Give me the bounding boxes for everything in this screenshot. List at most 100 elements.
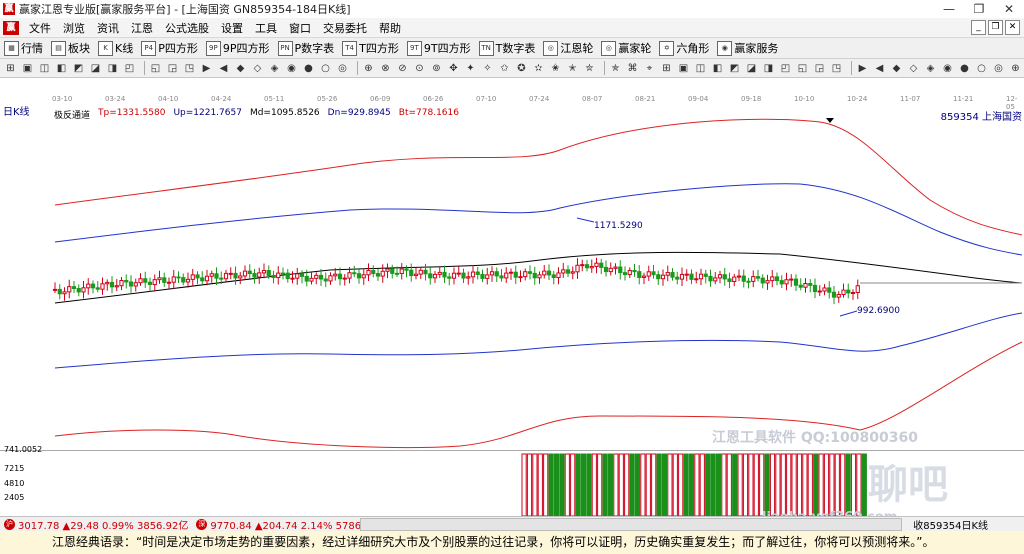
drawing-tool-icon[interactable]: ◀ — [873, 62, 886, 75]
toolbar-button-4[interactable]: 9P 9P四方形 — [202, 40, 274, 56]
menu-news[interactable]: 资讯 — [91, 20, 125, 36]
drawing-tool-icon[interactable]: ◳ — [830, 62, 843, 75]
close-icon[interactable]: ✕ — [994, 0, 1024, 18]
toolbar-button-12[interactable]: ◉ 赢家服务 — [713, 40, 782, 56]
drawing-tool-icon[interactable]: ◫ — [694, 62, 707, 75]
candle-body — [105, 281, 110, 285]
drawing-tool-icon[interactable]: ◧ — [55, 62, 68, 75]
drawing-tool-icon[interactable]: ⊕ — [1009, 62, 1022, 75]
mdi-close-icon[interactable]: ✕ — [1005, 20, 1020, 35]
menu-help[interactable]: 帮助 — [373, 20, 407, 36]
drawing-tool-icon[interactable]: ▶ — [200, 62, 213, 75]
drawing-tool-icon[interactable]: ✥ — [447, 62, 460, 75]
drawing-tool-icon[interactable]: ◳ — [183, 62, 196, 75]
drawing-tool-icon[interactable]: ◉ — [941, 62, 954, 75]
mdi-minimize-icon[interactable]: _ — [971, 20, 986, 35]
menu-window[interactable]: 窗口 — [283, 20, 317, 36]
menu-file[interactable]: 文件 — [23, 20, 57, 36]
drawing-tool-icon[interactable]: ◱ — [796, 62, 809, 75]
toolbar-button-3[interactable]: P4 P四方形 — [137, 40, 202, 56]
drawing-tool-icon[interactable]: ⊘ — [396, 62, 409, 75]
drawing-tool-icon[interactable]: ◲ — [166, 62, 179, 75]
candle-body — [789, 278, 794, 281]
drawing-tool-icon[interactable]: ◉ — [285, 62, 298, 75]
drawing-tool-icon[interactable]: ⊙ — [413, 62, 426, 75]
drawing-tool-icon[interactable]: ◫ — [38, 62, 51, 75]
menu-settings[interactable]: 设置 — [215, 20, 249, 36]
drawing-tool-icon[interactable]: ✯ — [609, 62, 622, 75]
drawing-tool-icon[interactable]: ◎ — [336, 62, 349, 75]
drawing-tool-icon[interactable]: ◩ — [728, 62, 741, 75]
drawing-tool-icon[interactable]: ✧ — [481, 62, 494, 75]
drawing-tool-icon[interactable]: ⊗ — [379, 62, 392, 75]
toolbar-button-0[interactable]: ▦ 行情 — [0, 40, 47, 56]
drawing-tool-icon[interactable]: ● — [302, 62, 315, 75]
maximize-icon[interactable]: ❐ — [964, 0, 994, 18]
drawing-tool-icon[interactable]: ◇ — [251, 62, 264, 75]
drawing-tool-icon[interactable]: ◱ — [149, 62, 162, 75]
drawing-tool-icon[interactable]: ◪ — [89, 62, 102, 75]
toolbar-button-1[interactable]: ▤ 板块 — [47, 40, 94, 56]
drawing-tool-icon[interactable]: ✩ — [498, 62, 511, 75]
drawing-tool-icon[interactable]: ◲ — [813, 62, 826, 75]
drawing-tool-icon[interactable]: ⌘ — [626, 62, 639, 75]
drawing-tool-icon[interactable]: ◨ — [106, 62, 119, 75]
drawing-tool-icon[interactable]: ◆ — [234, 62, 247, 75]
drawing-tool-icon[interactable]: ● — [958, 62, 971, 75]
date-tick: 11-07 — [900, 95, 921, 103]
drawing-tool-icon[interactable]: ◪ — [745, 62, 758, 75]
drawing-tool-icon[interactable]: ◨ — [762, 62, 775, 75]
horizontal-scrollbar[interactable] — [360, 518, 902, 531]
sh-index[interactable]: 沪 3017.78 ▲29.48 0.99% 3856.92亿 — [0, 517, 192, 532]
drawing-tool-icon[interactable]: ◈ — [924, 62, 937, 75]
drawing-tool-icon[interactable]: ⊞ — [660, 62, 673, 75]
toolbar-button-5[interactable]: PN P数字表 — [274, 40, 339, 56]
drawing-tool-icon[interactable]: ◎ — [992, 62, 1005, 75]
toolbar-button-8[interactable]: TN T数字表 — [475, 40, 540, 56]
toolbar-button-6[interactable]: T4 T四方形 — [338, 40, 403, 56]
drawing-tool-icon[interactable]: ▶ — [856, 62, 869, 75]
toolbar-button-11[interactable]: ✡ 六角形 — [655, 40, 713, 56]
candle-body — [736, 275, 742, 278]
candle-body — [323, 278, 328, 282]
drawing-tool-icon[interactable]: ▣ — [677, 62, 690, 75]
mdi-restore-icon[interactable]: ❐ — [988, 20, 1003, 35]
drawing-tool-icon[interactable]: ✪ — [515, 62, 528, 75]
drawing-tool-icon[interactable]: ◀ — [217, 62, 230, 75]
status-bar: 沪 3017.78 ▲29.48 0.99% 3856.92亿 深 9770.8… — [0, 516, 1024, 532]
minimize-icon[interactable]: — — [934, 0, 964, 18]
drawing-tool-icon[interactable]: ✫ — [532, 62, 545, 75]
menu-browse[interactable]: 浏览 — [57, 20, 91, 36]
drawing-tool-icon[interactable]: ▣ — [21, 62, 34, 75]
drawing-tool-icon[interactable]: ✬ — [549, 62, 562, 75]
candle-body — [580, 264, 585, 267]
drawing-tool-icon[interactable]: ⊞ — [4, 62, 17, 75]
drawing-tool-icon[interactable]: ✭ — [566, 62, 579, 75]
toolbar-button-10[interactable]: ◎ 赢家轮 — [597, 40, 655, 56]
candle-body — [589, 265, 594, 269]
drawing-tool-icon[interactable]: ◩ — [72, 62, 85, 75]
drawing-tool-icon[interactable]: ◧ — [711, 62, 724, 75]
candle-body — [390, 268, 395, 274]
drawing-tool-icon[interactable]: ○ — [975, 62, 988, 75]
volume-bar — [683, 453, 689, 516]
drawing-tool-icon[interactable]: ○ — [319, 62, 332, 75]
drawing-tool-icon[interactable]: ✦ — [464, 62, 477, 75]
menu-trade[interactable]: 交易委托 — [317, 20, 373, 36]
menu-tools[interactable]: 工具 — [249, 20, 283, 36]
drawing-tool-icon[interactable]: ✮ — [583, 62, 596, 75]
drawing-tool-icon[interactable]: ◰ — [779, 62, 792, 75]
toolbar-button-7[interactable]: 9T 9T四方形 — [403, 40, 475, 56]
drawing-tool-icon[interactable]: ⊚ — [430, 62, 443, 75]
toolbar-button-2[interactable]: K K线 — [94, 40, 137, 56]
drawing-tool-icon[interactable]: ⌖ — [643, 62, 656, 75]
drawing-tool-icon[interactable]: ◰ — [123, 62, 136, 75]
toolbar-button-9[interactable]: ◎ 江恩轮 — [539, 40, 597, 56]
drawing-tool-icon[interactable]: ◈ — [268, 62, 281, 75]
drawing-tool-icon[interactable]: ◇ — [907, 62, 920, 75]
volume-bar — [651, 453, 657, 516]
menu-gann[interactable]: 江恩 — [125, 20, 159, 36]
drawing-tool-icon[interactable]: ◆ — [890, 62, 903, 75]
drawing-tool-icon[interactable]: ⊕ — [362, 62, 375, 75]
menu-formula[interactable]: 公式选股 — [159, 20, 215, 36]
